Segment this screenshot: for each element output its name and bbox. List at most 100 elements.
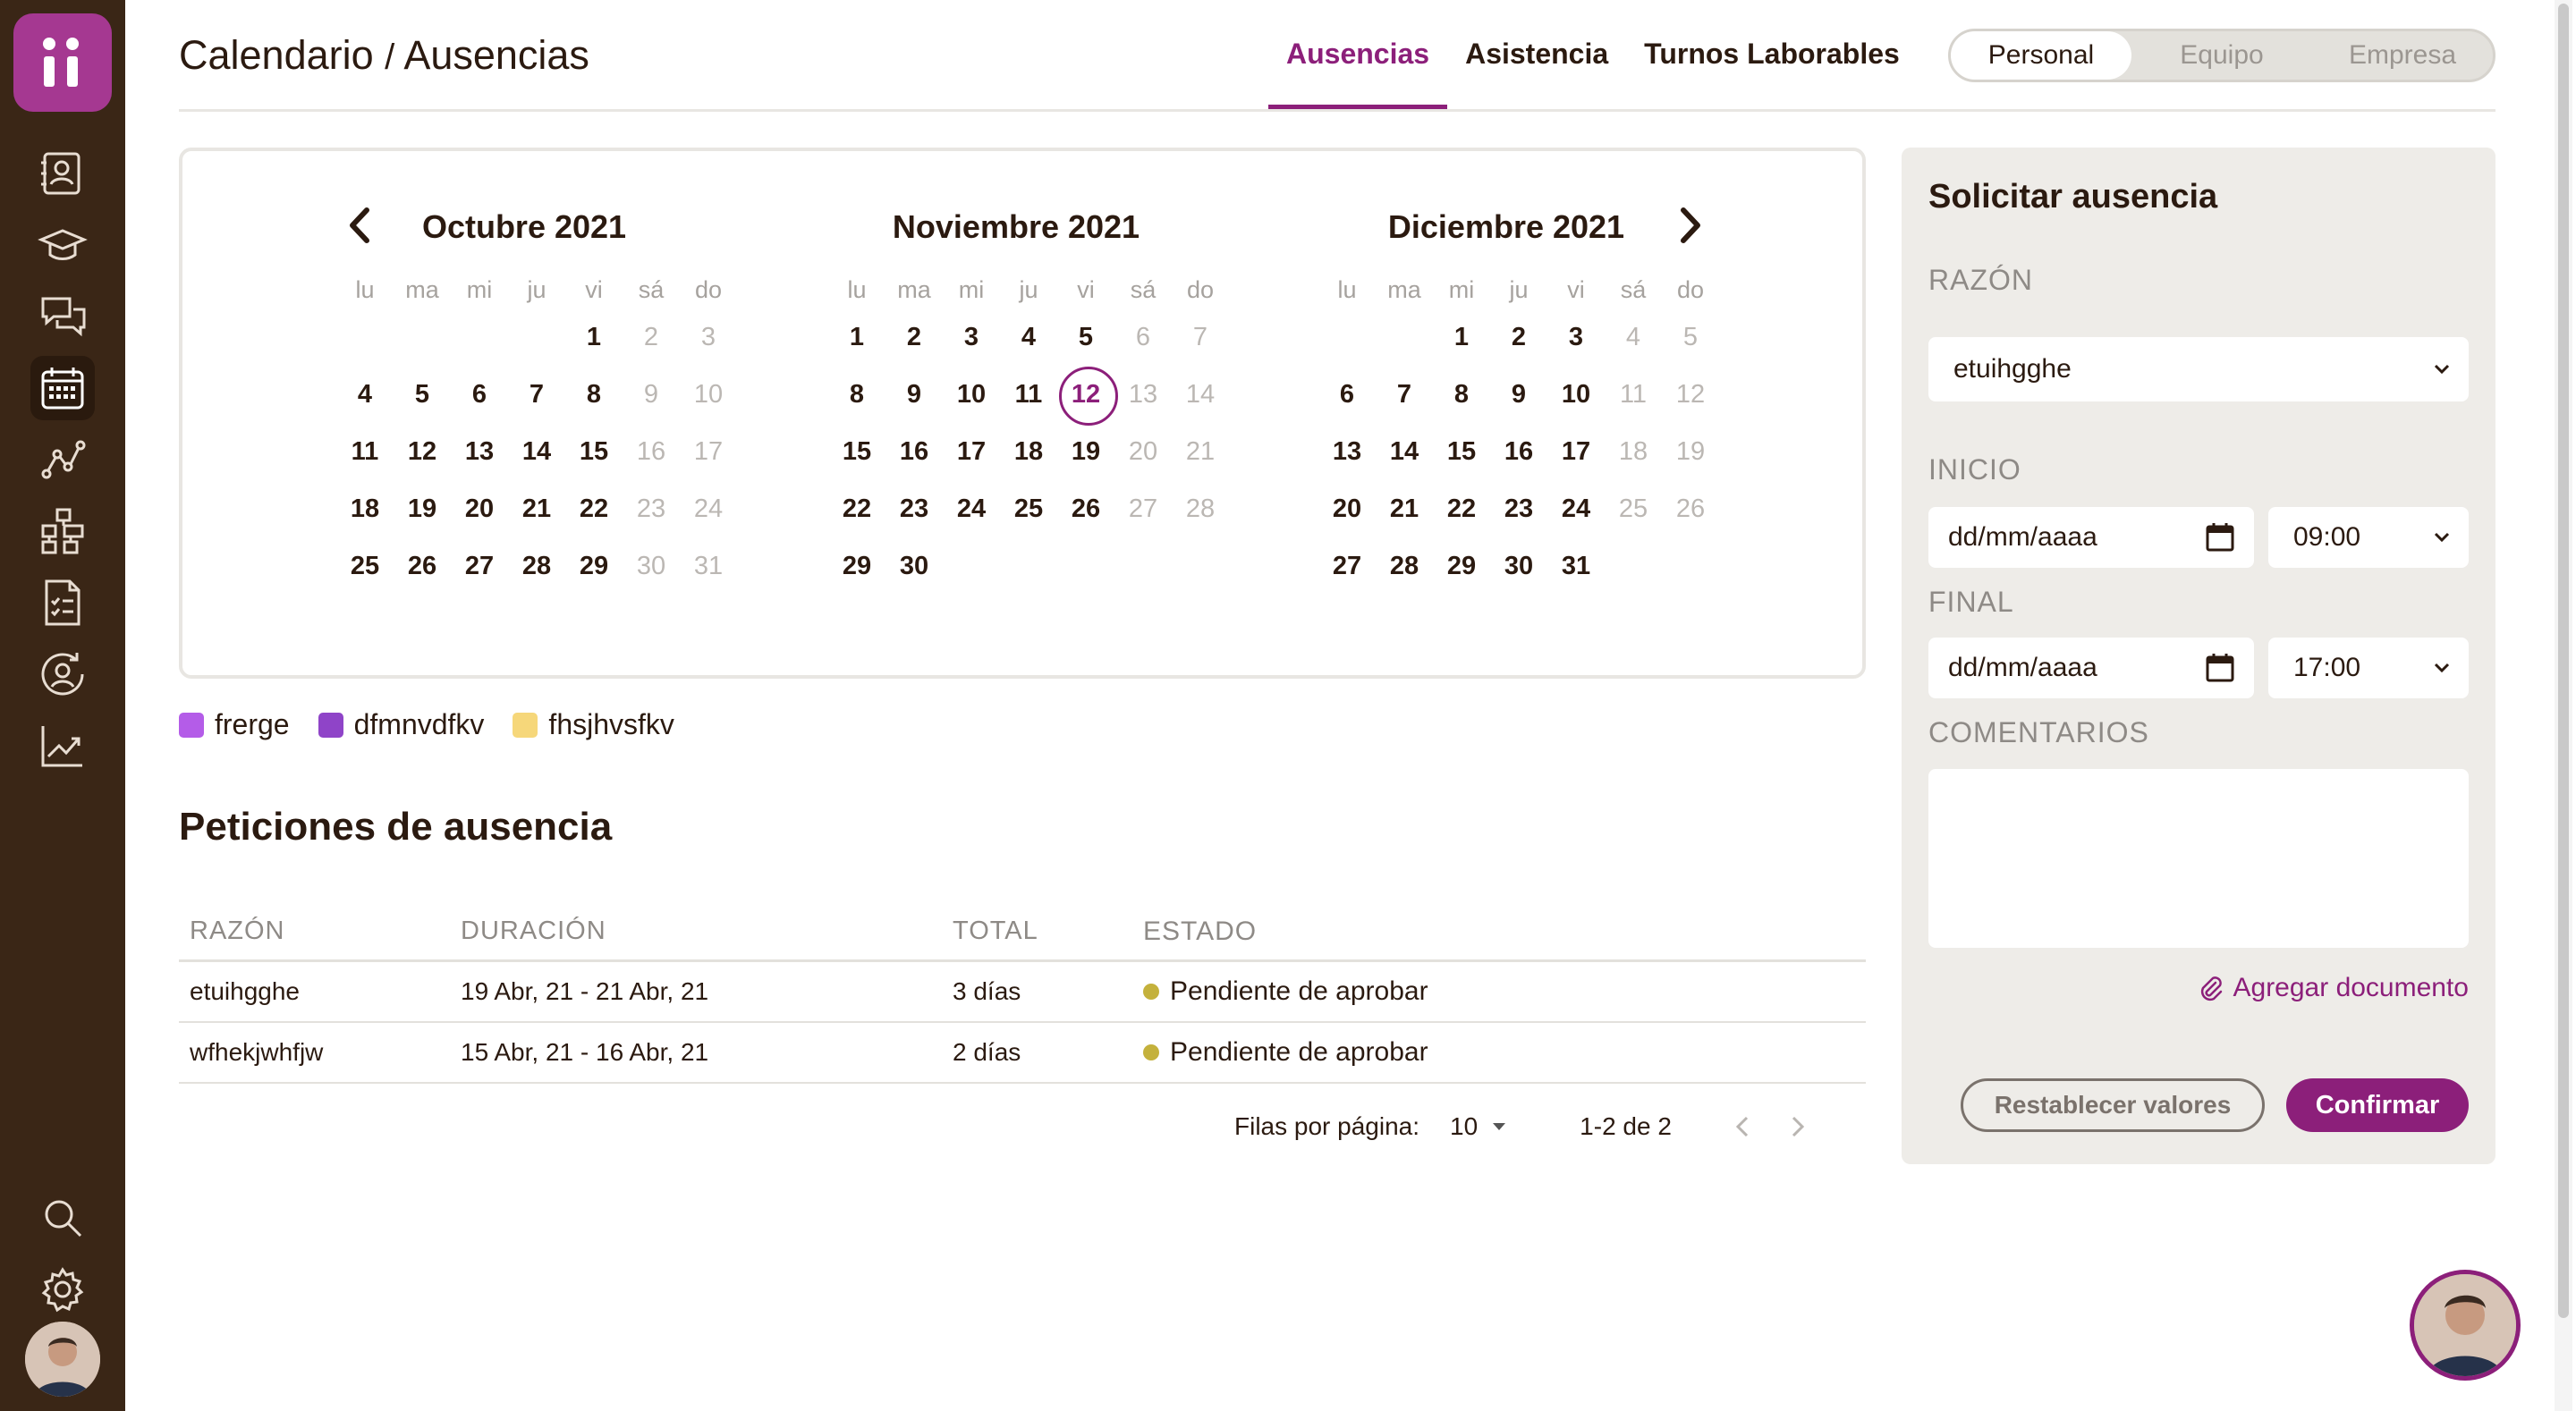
day-cell[interactable]: 27 [1318,537,1376,595]
day-cell[interactable]: 17 [680,423,737,480]
day-cell[interactable]: 19 [1662,423,1719,480]
calendar-picker-icon[interactable] [2204,521,2236,553]
day-cell[interactable]: 10 [1547,366,1605,423]
day-cell[interactable]: 19 [394,480,451,537]
day-cell[interactable]: 14 [508,423,565,480]
tab-work-shifts[interactable]: Turnos Laborables [1626,0,1918,109]
scrollbar-thumb[interactable] [2558,4,2569,1318]
day-cell[interactable]: 4 [336,366,394,423]
reason-select[interactable]: etuihgghe [1928,337,2469,401]
day-cell[interactable]: 27 [451,537,508,595]
day-cell[interactable]: 11 [1605,366,1662,423]
day-cell[interactable]: 27 [1114,480,1172,537]
reports-icon[interactable] [30,714,95,778]
day-cell[interactable]: 20 [1318,480,1376,537]
day-cell[interactable]: 23 [1490,480,1547,537]
table-row[interactable]: etuihgghe 19 Abr, 21 - 21 Abr, 21 3 días… [179,962,1866,1023]
scope-personal[interactable]: Personal [1951,31,2131,80]
day-cell[interactable]: 6 [451,366,508,423]
prev-page-icon[interactable] [1725,1109,1761,1145]
reset-button[interactable]: Restablecer valores [1961,1078,2265,1132]
gear-icon[interactable] [30,1257,95,1322]
day-cell[interactable]: 7 [1376,366,1433,423]
day-cell[interactable]: 18 [336,480,394,537]
tab-absences[interactable]: Ausencias [1268,0,1448,109]
day-cell[interactable]: 29 [828,537,886,595]
day-cell[interactable]: 8 [1433,366,1490,423]
day-cell[interactable]: 12 [1662,366,1719,423]
day-cell[interactable]: 30 [886,537,943,595]
start-time-select[interactable]: 09:00 [2268,507,2469,568]
confirm-button[interactable]: Confirmar [2286,1078,2469,1132]
day-cell[interactable]: 5 [1057,308,1114,366]
comments-textarea[interactable] [1928,769,2469,948]
start-date-input[interactable]: dd/mm/aaaa [1928,507,2254,568]
day-cell[interactable]: 19 [1057,423,1114,480]
day-cell[interactable]: 9 [886,366,943,423]
day-cell[interactable]: 29 [565,537,623,595]
next-page-icon[interactable] [1779,1109,1815,1145]
day-cell[interactable]: 22 [1433,480,1490,537]
day-cell[interactable]: 13 [1318,423,1376,480]
day-cell[interactable]: 28 [508,537,565,595]
day-cell[interactable]: 23 [886,480,943,537]
day-cell[interactable]: 21 [1376,480,1433,537]
day-cell[interactable]: 15 [828,423,886,480]
day-cell[interactable]: 7 [508,366,565,423]
day-cell[interactable]: 5 [1662,308,1719,366]
day-cell[interactable]: 9 [1490,366,1547,423]
day-cell[interactable]: 16 [1490,423,1547,480]
day-cell[interactable]: 24 [680,480,737,537]
day-cell[interactable]: 3 [1547,308,1605,366]
day-cell[interactable]: 26 [394,537,451,595]
day-cell[interactable]: 17 [1547,423,1605,480]
day-cell[interactable]: 14 [1172,366,1229,423]
day-cell[interactable]: 17 [943,423,1000,480]
day-cell[interactable]: 15 [1433,423,1490,480]
day-cell[interactable]: 25 [336,537,394,595]
day-cell[interactable]: 23 [623,480,680,537]
day-cell[interactable]: 16 [886,423,943,480]
day-cell[interactable]: 2 [623,308,680,366]
day-cell[interactable]: 31 [680,537,737,595]
day-cell[interactable]: 6 [1114,308,1172,366]
scope-company[interactable]: Empresa [2312,31,2493,80]
attach-document-link[interactable]: Agregar documento [2196,973,2469,1003]
day-cell-today[interactable]: 12 [1057,366,1118,426]
day-cell[interactable]: 31 [1547,537,1605,595]
day-cell[interactable]: 29 [1433,537,1490,595]
day-cell[interactable]: 20 [1114,423,1172,480]
day-cell[interactable]: 11 [1000,366,1057,423]
day-cell[interactable]: 1 [828,308,886,366]
day-cell[interactable]: 18 [1605,423,1662,480]
day-cell[interactable]: 7 [1172,308,1229,366]
day-cell[interactable]: 16 [623,423,680,480]
day-cell[interactable]: 3 [943,308,1000,366]
day-cell[interactable]: 21 [508,480,565,537]
day-cell[interactable]: 30 [1490,537,1547,595]
day-cell[interactable]: 15 [565,423,623,480]
day-cell[interactable]: 26 [1057,480,1114,537]
chat-icon[interactable] [30,284,95,349]
end-date-input[interactable]: dd/mm/aaaa [1928,638,2254,698]
day-cell[interactable]: 4 [1000,308,1057,366]
day-cell[interactable]: 30 [623,537,680,595]
day-cell[interactable]: 9 [623,366,680,423]
day-cell[interactable]: 13 [451,423,508,480]
tab-attendance[interactable]: Asistencia [1447,0,1626,109]
day-cell[interactable]: 22 [828,480,886,537]
day-cell[interactable]: 2 [1490,308,1547,366]
training-icon[interactable] [30,213,95,277]
app-logo[interactable] [13,13,112,112]
day-cell[interactable]: 11 [336,423,394,480]
day-cell[interactable]: 24 [943,480,1000,537]
day-cell[interactable]: 22 [565,480,623,537]
day-cell[interactable]: 14 [1376,423,1433,480]
day-cell[interactable]: 26 [1662,480,1719,537]
support-chat-avatar[interactable] [2410,1270,2521,1381]
day-cell[interactable]: 20 [451,480,508,537]
end-time-select[interactable]: 17:00 [2268,638,2469,698]
day-cell[interactable]: 8 [828,366,886,423]
day-cell[interactable]: 28 [1376,537,1433,595]
day-cell[interactable]: 2 [886,308,943,366]
